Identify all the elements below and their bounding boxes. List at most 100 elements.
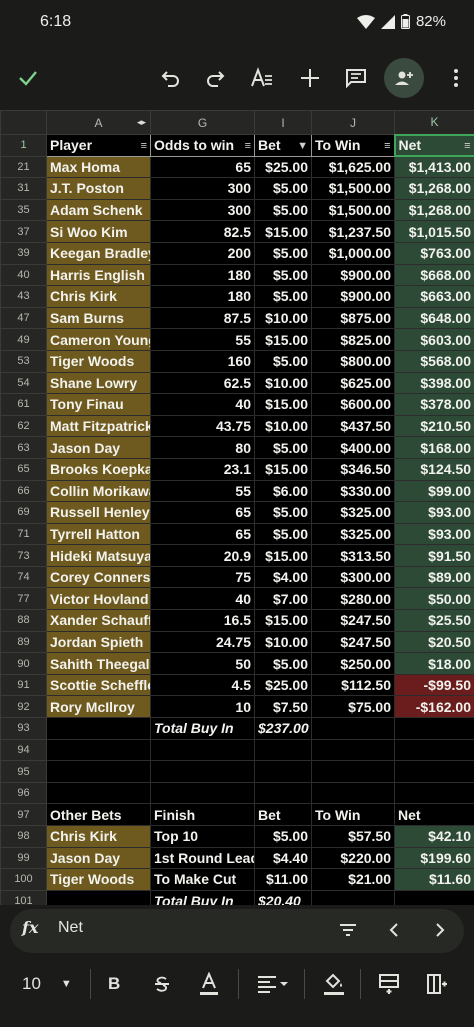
- formula-value[interactable]: Net: [58, 919, 83, 937]
- player-cell[interactable]: Cameron Young: [46, 328, 151, 351]
- empty-cell[interactable]: [254, 738, 312, 762]
- empty-cell[interactable]: [150, 738, 255, 762]
- net-cell[interactable]: $42.10: [394, 825, 474, 848]
- bet-cell[interactable]: $4.40: [254, 846, 312, 870]
- other-bets-title[interactable]: Other Bets: [46, 803, 151, 826]
- towin-cell[interactable]: $1,237.50: [311, 220, 395, 243]
- row-header[interactable]: 93: [0, 717, 47, 740]
- row-header[interactable]: 63: [0, 436, 47, 459]
- odds-cell[interactable]: 55: [150, 479, 255, 503]
- row-header[interactable]: 40: [0, 263, 47, 287]
- finish-header[interactable]: Finish: [150, 803, 255, 826]
- net-cell[interactable]: $568.00: [394, 349, 474, 373]
- filter-lines-icon[interactable]: ≡: [141, 140, 147, 152]
- odds-cell[interactable]: 50: [150, 652, 255, 675]
- row-header[interactable]: 47: [0, 306, 47, 330]
- row-header[interactable]: 91: [0, 673, 47, 697]
- net-cell[interactable]: $668.00: [394, 263, 474, 287]
- odds-cell[interactable]: 62.5: [150, 371, 255, 395]
- total-value[interactable]: $237.00: [254, 717, 312, 740]
- row-header[interactable]: 97: [0, 803, 47, 826]
- bold-button[interactable]: B: [108, 969, 120, 999]
- bet-header[interactable]: Bet: [254, 803, 312, 826]
- row-header[interactable]: 77: [0, 587, 47, 611]
- bet-cell[interactable]: $10.00: [254, 630, 312, 654]
- empty-cell[interactable]: [311, 781, 395, 805]
- empty-cell[interactable]: [394, 760, 474, 783]
- odds-cell[interactable]: 180: [150, 285, 255, 308]
- empty-cell[interactable]: [150, 781, 255, 805]
- bet-cell[interactable]: $5.00: [254, 436, 312, 459]
- comment-icon[interactable]: [336, 58, 376, 98]
- row-header[interactable]: 94: [0, 738, 47, 762]
- net-cell[interactable]: $1,015.50: [394, 220, 474, 243]
- row-header[interactable]: 61: [0, 393, 47, 416]
- row-header[interactable]: 88: [0, 609, 47, 632]
- row-header[interactable]: 98: [0, 825, 47, 848]
- row-header[interactable]: 74: [0, 565, 47, 589]
- odds-cell[interactable]: 160: [150, 349, 255, 373]
- bet-cell[interactable]: $15.00: [254, 220, 312, 243]
- net-cell[interactable]: $11.60: [394, 868, 474, 891]
- bet-cell[interactable]: $5.00: [254, 825, 312, 848]
- odds-cell[interactable]: 10: [150, 695, 255, 719]
- odds-cell[interactable]: 65: [150, 501, 255, 524]
- bet-cell[interactable]: $11.00: [254, 868, 312, 891]
- odds-cell[interactable]: 40: [150, 587, 255, 611]
- row-header[interactable]: 101: [0, 889, 47, 905]
- row-header[interactable]: 99: [0, 846, 47, 870]
- bet-cell[interactable]: $25.00: [254, 673, 312, 697]
- bet-cell[interactable]: $15.00: [254, 328, 312, 351]
- empty-cell[interactable]: [46, 717, 151, 740]
- empty-cell[interactable]: [394, 717, 474, 740]
- row-header[interactable]: 66: [0, 479, 47, 503]
- net-cell[interactable]: $99.00: [394, 479, 474, 503]
- player-cell[interactable]: Keegan Bradley: [46, 241, 151, 265]
- player-cell[interactable]: Harris English: [46, 263, 151, 287]
- towin-cell[interactable]: $247.50: [311, 630, 395, 654]
- net-cell[interactable]: $93.00: [394, 522, 474, 546]
- bet-cell[interactable]: $10.00: [254, 371, 312, 395]
- filter-lines-icon[interactable]: ≡: [245, 140, 251, 152]
- row-header[interactable]: 21: [0, 155, 47, 179]
- row-header[interactable]: 65: [0, 457, 47, 481]
- column-header-g[interactable]: G: [150, 110, 255, 135]
- chevron-left-icon[interactable]: [388, 921, 400, 944]
- row-header[interactable]: 69: [0, 501, 47, 524]
- player-cell[interactable]: Chris Kirk: [46, 825, 151, 848]
- bet-cell[interactable]: $5.00: [254, 177, 312, 200]
- odds-cell[interactable]: 24.75: [150, 630, 255, 654]
- row-header[interactable]: 43: [0, 285, 47, 308]
- odds-cell[interactable]: 4.5: [150, 673, 255, 697]
- towin-cell[interactable]: $400.00: [311, 436, 395, 459]
- filter-icon[interactable]: [338, 921, 358, 944]
- towin-cell[interactable]: $600.00: [311, 393, 395, 416]
- row-header[interactable]: 95: [0, 760, 47, 783]
- player-cell[interactable]: Sam Burns: [46, 306, 151, 330]
- net-cell[interactable]: $199.60: [394, 846, 474, 870]
- column-header-i[interactable]: I: [254, 110, 312, 135]
- net-cell[interactable]: $89.00: [394, 565, 474, 589]
- player-cell[interactable]: Russell Henley: [46, 501, 151, 524]
- insert-column-icon[interactable]: [426, 969, 448, 999]
- net-cell[interactable]: $20.50: [394, 630, 474, 654]
- empty-cell[interactable]: [254, 781, 312, 805]
- player-cell[interactable]: Si Woo Kim: [46, 220, 151, 243]
- odds-cell[interactable]: 16.5: [150, 609, 255, 632]
- net-cell[interactable]: $1,268.00: [394, 177, 474, 200]
- towin-cell[interactable]: $1,500.00: [311, 198, 395, 222]
- player-cell[interactable]: Sahith Theegala: [46, 652, 151, 675]
- net-cell[interactable]: $91.50: [394, 544, 474, 567]
- empty-cell[interactable]: [254, 760, 312, 783]
- net-cell[interactable]: $210.50: [394, 414, 474, 438]
- towin-cell[interactable]: $1,625.00: [311, 155, 395, 179]
- column-header-a[interactable]: A ◂▸: [46, 110, 151, 135]
- bet-cell[interactable]: $15.00: [254, 393, 312, 416]
- header-odds[interactable]: Odds to win ≡: [150, 134, 255, 157]
- towin-cell[interactable]: $800.00: [311, 349, 395, 373]
- player-cell[interactable]: J.T. Poston: [46, 177, 151, 200]
- player-cell[interactable]: Tiger Woods: [46, 349, 151, 373]
- player-cell[interactable]: Scottie Scheffler: [46, 673, 151, 697]
- share-icon[interactable]: [384, 58, 424, 98]
- net-cell[interactable]: $93.00: [394, 501, 474, 524]
